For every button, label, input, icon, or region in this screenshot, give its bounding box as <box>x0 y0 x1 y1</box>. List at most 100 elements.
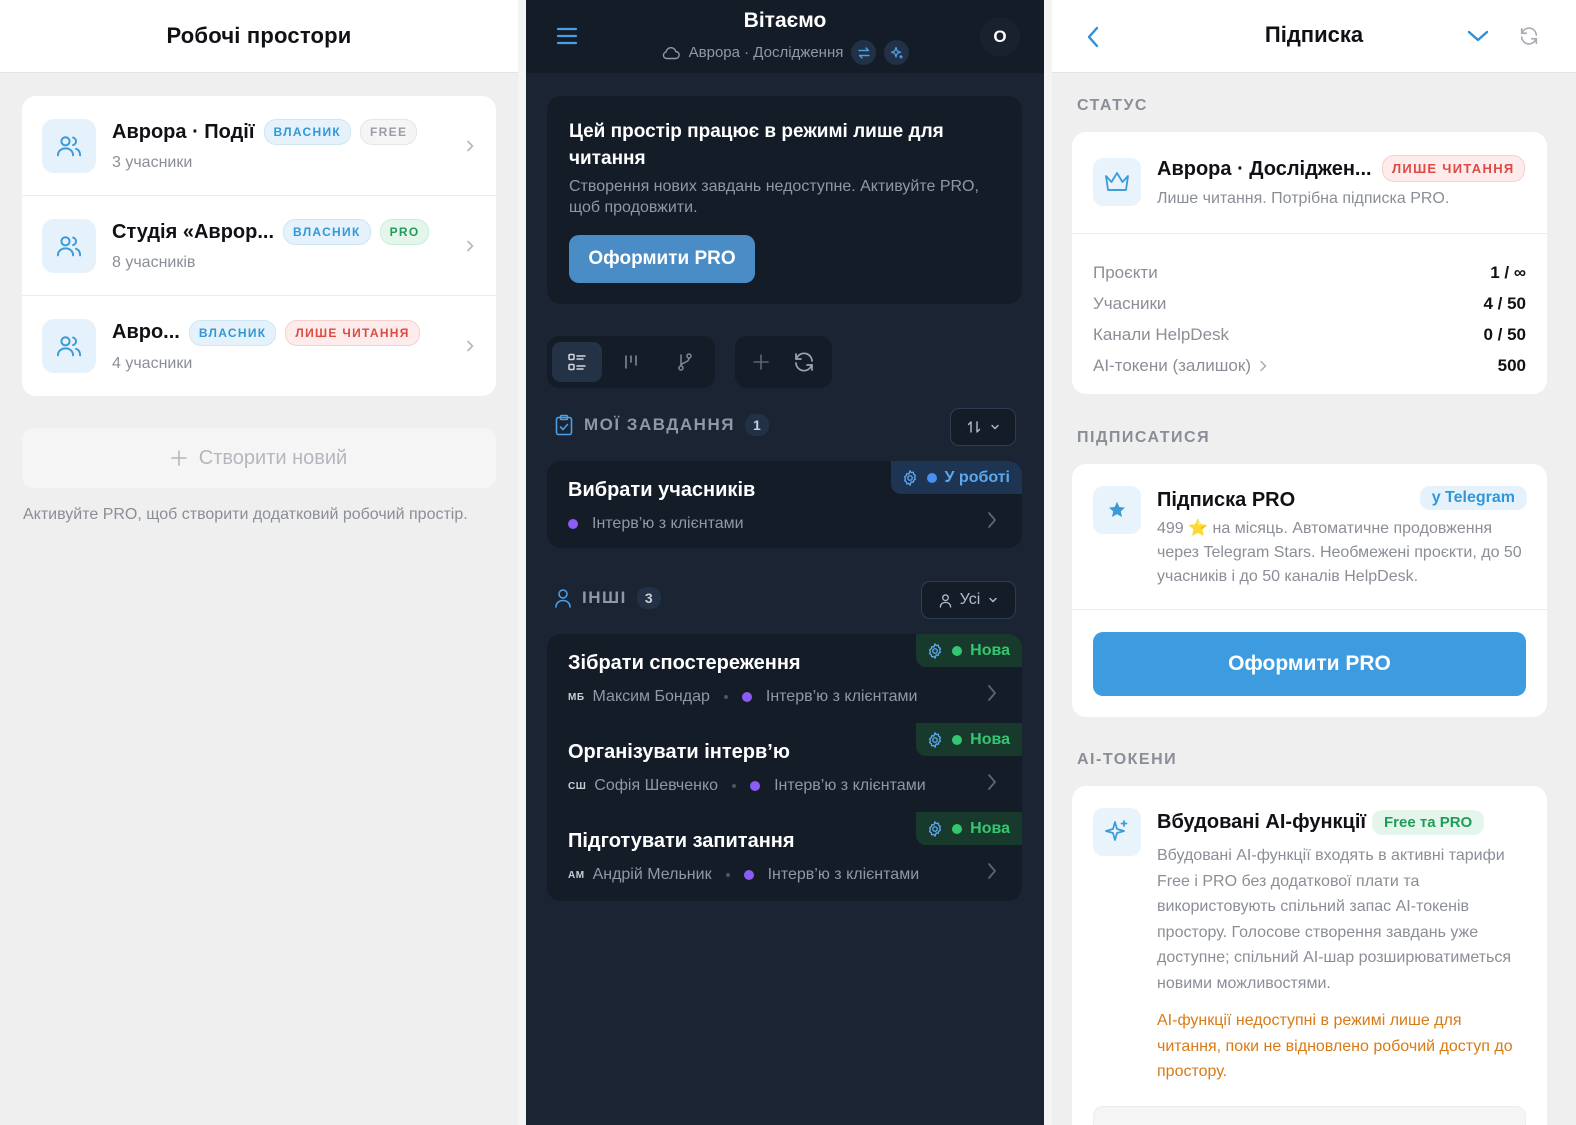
create-workspace-button[interactable]: Створити новий <box>22 428 496 488</box>
board-view-icon[interactable] <box>606 342 656 382</box>
chevron-right-icon <box>988 863 997 879</box>
tasks-header: Вітаємо Аврора · Дослідження О <box>526 0 1044 73</box>
switch-icon[interactable] <box>851 40 877 65</box>
status-dot <box>952 823 963 834</box>
task-project: Інтерв’ю з клієнтами <box>765 688 918 705</box>
ai-description: Вбудовані AI-функції входять в активні т… <box>1157 847 1512 992</box>
sort-button[interactable] <box>950 408 1016 446</box>
greeting-title: Вітаємо <box>743 9 827 32</box>
workspace-name: Авро... <box>112 321 180 343</box>
status-badge: У роботі <box>890 461 1022 494</box>
status-text: Нова <box>970 819 1010 837</box>
star-icon <box>1093 486 1141 534</box>
plan-badge: PRO <box>379 219 430 245</box>
task-project: Інтерв’ю з клієнтами <box>592 515 744 532</box>
workspace-name: Аврора · Досліджен... <box>1157 158 1372 180</box>
sparkle-icon[interactable] <box>884 40 910 65</box>
chevron-right-icon <box>1260 360 1267 371</box>
separator-dot <box>725 873 730 877</box>
task-title: Зібрати спостереження <box>568 652 801 674</box>
my-tasks-label: МОЇ ЗАВДАННЯ <box>584 415 735 434</box>
crown-icon <box>1093 158 1141 206</box>
refresh-icon[interactable] <box>792 350 816 374</box>
get-pro-button[interactable]: Оформити PRO <box>1093 632 1526 696</box>
separator-dot <box>732 784 737 788</box>
subscription-panel: Підписка СТАТУС Аврора · Досліджен... ЛИ… <box>1052 0 1576 1125</box>
gear-icon <box>929 731 942 748</box>
task-title: Підготувати запитання <box>568 830 795 852</box>
tasks-panel: Вітаємо Аврора · Дослідження О Цей прост… <box>526 0 1044 1125</box>
task-meta: МБ Максим Бондар Інтерв’ю з клієнтами <box>568 688 917 706</box>
limit-value: 1 / ∞ <box>1490 262 1526 282</box>
limit-row: Канали HelpDesk 0 / 50 <box>1093 319 1526 350</box>
task-assignee: Андрій Мельник <box>592 866 712 883</box>
clipboard-icon <box>555 414 573 436</box>
limit-row: Проєкти 1 / ∞ <box>1093 257 1526 288</box>
chevron-right-icon <box>467 340 474 352</box>
plan-description: 499 ⭐ на місяць. Автоматичне продовження… <box>1157 520 1522 585</box>
workspace-members: 3 учасники <box>112 154 193 171</box>
readonly-notice: Цей простір працює в режимі лише для чит… <box>547 96 1022 304</box>
task-card[interactable]: Зібрати спостереження МБ Максим Бондар І… <box>547 634 1022 723</box>
gear-icon <box>929 820 942 837</box>
my-tasks-header: МОЇ ЗАВДАННЯ 1 <box>554 414 769 436</box>
task-card[interactable]: Підготувати запитання АМ Андрій Мельник … <box>547 812 1022 901</box>
assignee-filter[interactable]: Усі <box>921 581 1016 619</box>
status-card: Аврора · Досліджен... ЛИШЕ ЧИТАННЯ Лише … <box>1072 132 1547 394</box>
page-title: Підписка <box>1264 22 1364 47</box>
status-text: Нова <box>970 641 1010 659</box>
ai-action-button[interactable] <box>1093 1106 1526 1125</box>
ai-section-label: AI-ТОКЕНИ <box>1077 751 1178 768</box>
readonly-badge: ЛИШЕ ЧИТАННЯ <box>285 319 420 346</box>
plan-card: Підписка PRO у Telegram 499 ⭐ на місяць.… <box>1072 464 1547 717</box>
chevron-right-icon <box>988 512 997 528</box>
limit-label: Канали HelpDesk <box>1093 324 1230 344</box>
plus-icon <box>170 450 187 466</box>
create-hint: Активуйте PRO, щоб створити додатковий р… <box>23 506 468 523</box>
plan-badge: FREE <box>360 119 418 145</box>
get-pro-button[interactable]: Оформити PRO <box>569 235 755 283</box>
plan-name: Підписка PRO <box>1157 489 1296 511</box>
task-card[interactable]: Вибрати учасників Інтерв’ю з клієнтами У… <box>547 461 1022 548</box>
ai-tokens-row[interactable]: AI-токени (залишок) 500 <box>1093 350 1526 381</box>
workspace-switcher[interactable]: Аврора · Дослідження <box>526 40 1044 65</box>
workspace-name: Студія «Аврор... <box>112 220 275 243</box>
users-icon <box>42 118 96 173</box>
sort-icon <box>967 421 981 433</box>
assignee-initials: МБ <box>568 691 585 703</box>
status-text: У роботі <box>944 468 1010 486</box>
gear-icon <box>929 642 942 659</box>
avatar[interactable]: О <box>980 17 1020 57</box>
divider <box>1072 233 1547 234</box>
owner-badge: ВЛАСНИК <box>263 119 352 145</box>
workspace-item[interactable]: Авро... ВЛАСНИК ЛИШЕ ЧИТАННЯ 4 учасники <box>22 296 496 396</box>
limit-value: 500 <box>1497 355 1526 375</box>
readonly-badge: ЛИШЕ ЧИТАННЯ <box>1382 155 1525 182</box>
workspace-list: Аврора · Події ВЛАСНИК FREE 3 учасники С… <box>22 96 496 396</box>
status-text: Нова <box>970 730 1010 748</box>
subscribe-section-label: ПІДПИСАТИСЯ <box>1077 429 1211 446</box>
task-actions <box>735 336 832 388</box>
limit-label: Проєкти <box>1093 262 1158 282</box>
page-title: Робочі простори <box>166 23 352 48</box>
limit-label: AI-токени (залишок) <box>1093 355 1251 375</box>
limit-value: 0 / 50 <box>1483 324 1526 344</box>
task-title: Організувати інтерв’ю <box>568 741 790 763</box>
task-assignee: Максим Бондар <box>592 688 710 705</box>
workspace-members: 4 учасники <box>112 354 193 372</box>
other-tasks-list: Зібрати спостереження МБ Максим Бондар І… <box>547 634 1022 901</box>
ai-title: Вбудовані AI-функції <box>1157 811 1367 833</box>
chevron-down-icon[interactable] <box>1467 29 1489 43</box>
project-dot <box>750 781 761 791</box>
branch-view-icon[interactable] <box>660 342 710 382</box>
refresh-icon[interactable] <box>1518 25 1540 47</box>
task-card[interactable]: Організувати інтерв’ю СШ Софія Шевченко … <box>547 723 1022 812</box>
ai-plan-badge: Free та PRO <box>1372 810 1485 835</box>
workspace-item[interactable]: Аврора · Події ВЛАСНИК FREE 3 учасники <box>22 96 496 196</box>
readonly-title: Цей простір працює в режимі лише для чит… <box>569 121 944 169</box>
workspace-item[interactable]: Студія «Аврор... ВЛАСНИК PRO 8 учасників <box>22 196 496 296</box>
assignee-filter-value: Усі <box>959 591 981 608</box>
add-task-icon[interactable] <box>751 352 771 372</box>
others-label: ІНШІ <box>582 588 627 607</box>
list-view-icon[interactable] <box>552 342 602 382</box>
